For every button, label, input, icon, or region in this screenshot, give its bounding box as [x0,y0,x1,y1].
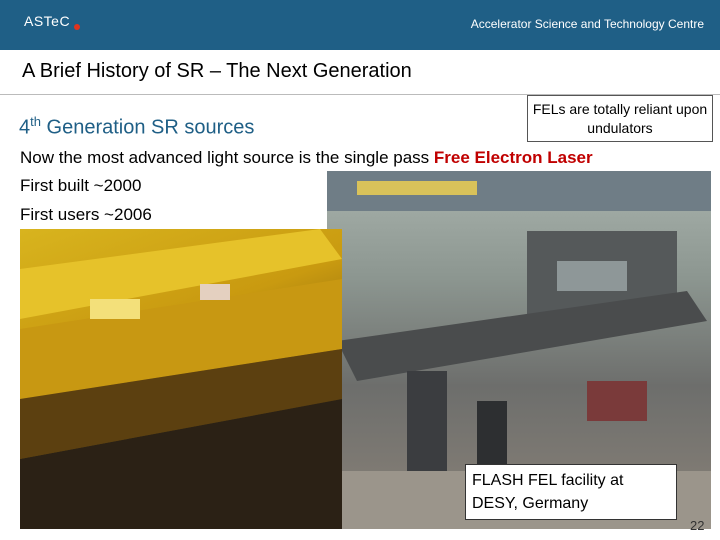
org-name: Accelerator Science and Technology Centr… [470,17,704,31]
body-line-2: First built ~2000 [20,176,142,195]
slide-title: A Brief History of SR – The Next Generat… [22,60,412,82]
header-bar: ASTeC Accelerator Science and Technology… [0,0,720,50]
fel-highlight: Free Electron Laser [433,148,593,167]
body-line-1: Now the most advanced light source is th… [20,148,593,168]
subtitle-rest: Generation SR sources [40,116,255,139]
logo-dot-icon [74,24,80,30]
logo-text: ASTeC [24,13,71,29]
astec-logo: ASTeC [12,8,80,40]
subtitle-prefix: 4 [19,116,31,139]
fel-callout-box: FELs are totally reliant upon undulators [527,95,713,142]
photo-caption: FLASH FEL facility at DESY, Germany [465,464,677,520]
page-number: 22 [690,518,705,533]
slide-subtitle: 4th Generation SR sources [19,114,254,140]
subtitle-sup: th [30,114,41,129]
undulator-photo [20,229,342,529]
line1-text: Now the most advanced light source is th… [20,148,434,167]
body-line-3: First users ~2006 [20,205,152,224]
